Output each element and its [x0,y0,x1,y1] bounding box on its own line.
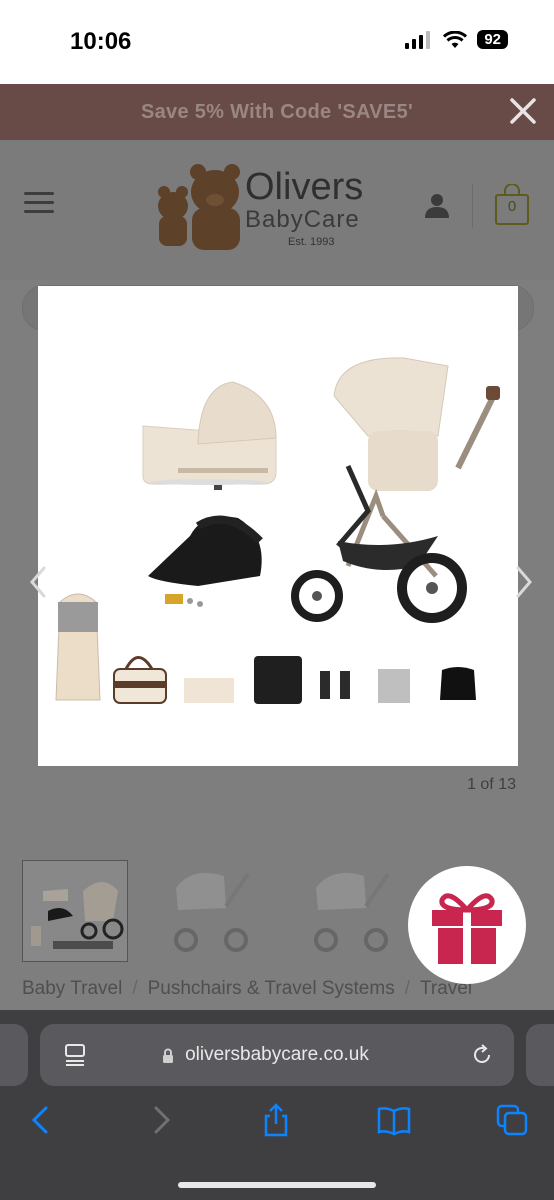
back-icon[interactable] [24,1102,60,1138]
travel-system-product-image [55,357,500,704]
gift-button[interactable] [408,866,526,984]
home-indicator [178,1182,376,1188]
car-seat-image [148,515,263,607]
pushchair-image [291,357,500,623]
bookmarks-icon[interactable] [376,1102,412,1138]
image-counter: 1 of 13 [467,776,516,793]
share-icon[interactable] [258,1102,294,1138]
status-icons: 92 [405,30,508,49]
status-bar: 10:06 92 [0,0,554,84]
status-time: 10:06 [70,28,132,55]
promo-text: Save 5% With Code 'SAVE5' [140,101,414,123]
previous-image-icon[interactable] [28,564,48,600]
bears-logo-icon [158,164,240,250]
menu-icon[interactable] [24,192,54,216]
breadcrumb-item[interactable]: Pushchairs & Travel Systems [148,978,395,999]
thumbnail-1[interactable] [22,860,128,962]
logo-subtitle: BabyCare [245,206,360,233]
site-header: Olivers BabyCare Est. 1993 0 [0,140,554,280]
forward-icon[interactable] [142,1102,178,1138]
thumbnail-2[interactable] [162,860,266,960]
promo-banner: Save 5% With Code 'SAVE5' [0,84,554,140]
gift-icon [432,893,502,964]
close-icon[interactable] [506,94,540,128]
breadcrumb-item[interactable]: Baby Travel [22,978,122,999]
logo-name: Olivers [245,166,364,208]
next-image-icon[interactable] [514,564,534,600]
browser-bottom-bar: oliversbabycare.co.uk [0,1010,554,1200]
logo-established: Est. 1993 [288,236,335,248]
carrycot-image [142,381,277,490]
battery-indicator: 92 [477,30,508,49]
breadcrumb-separator: / [132,978,138,999]
cellular-signal-icon [405,30,431,49]
wifi-icon [443,30,468,48]
previous-tab-preview[interactable] [0,1024,28,1086]
product-image-lightbox[interactable] [38,286,518,766]
reload-icon[interactable] [470,1043,494,1067]
cart-button[interactable]: 0 [494,184,530,226]
next-tab-preview[interactable] [526,1024,554,1086]
header-divider [472,184,473,228]
site-logo[interactable]: Olivers BabyCare Est. 1993 [150,162,400,262]
cart-count: 0 [507,198,517,215]
address-bar[interactable]: oliversbabycare.co.uk [40,1024,514,1086]
tabs-icon[interactable] [494,1102,530,1138]
account-icon[interactable] [424,192,450,218]
thumbnail-3[interactable] [302,860,406,960]
url-text: oliversbabycare.co.uk [185,1044,369,1065]
